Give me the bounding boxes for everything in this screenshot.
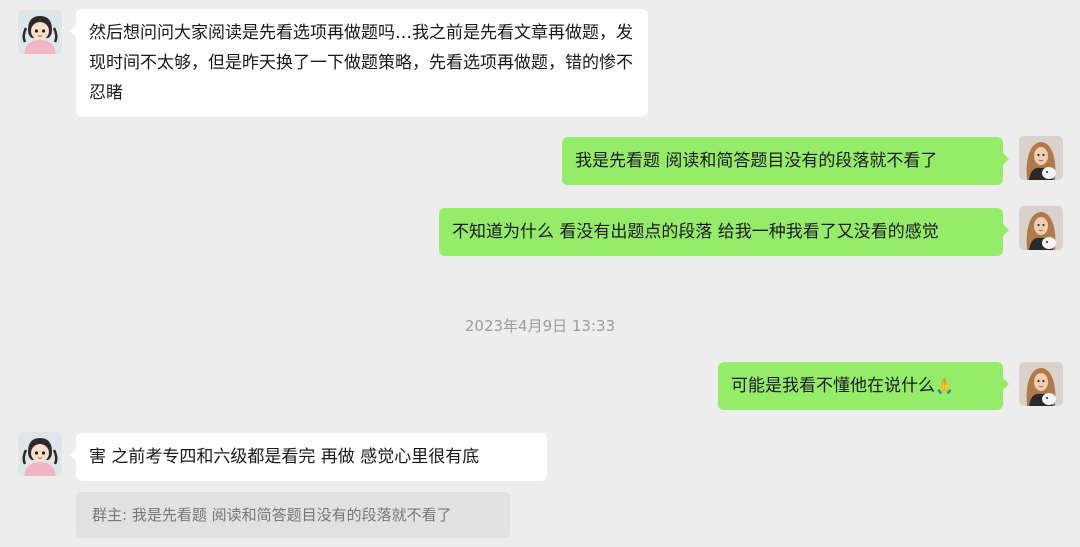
avatar-self[interactable]: [1019, 362, 1063, 406]
woman-with-dog-avatar-icon: [1019, 362, 1063, 406]
avatar-other-user[interactable]: [18, 10, 62, 54]
folded-hands-icon: 🙏: [935, 377, 954, 395]
message-bubble[interactable]: 不知道为什么 看没有出题点的段落 给我一种我看了又没看的感觉: [439, 208, 1009, 256]
woman-with-dog-avatar-icon: [1019, 136, 1063, 180]
message-bubble[interactable]: 我是先看题 阅读和简答题目没有的段落就不看了: [562, 137, 1009, 185]
message-bubble[interactable]: 然后想问问大家阅读是先看选项再做题吗…我之前是先看文章再做题，发现时间不太够，但…: [70, 9, 648, 117]
message-bubble[interactable]: 害 之前考专四和六级都是看完 再做 感觉心里很有底: [70, 433, 547, 481]
timestamp: 2023年4月9日 13:33: [464, 317, 616, 335]
quoted-text: 群主: 我是先看题 阅读和简答题目没有的段落就不看了: [92, 506, 452, 524]
avatar-other-user[interactable]: [18, 432, 62, 476]
message-text: 然后想问问大家阅读是先看选项再做题吗…我之前是先看文章再做题，发现时间不太够，但…: [89, 23, 633, 103]
girl-avatar-icon: [18, 432, 62, 476]
quoted-reply[interactable]: 群主: 我是先看题 阅读和简答题目没有的段落就不看了: [76, 492, 510, 538]
message-text: 不知道为什么 看没有出题点的段落 给我一种我看了又没看的感觉: [452, 222, 939, 242]
woman-with-dog-avatar-icon: [1019, 206, 1063, 250]
message-text: 害 之前考专四和六级都是看完 再做 感觉心里很有底: [89, 447, 480, 467]
girl-avatar-icon: [18, 10, 62, 54]
message-text: 可能是我看不懂他在说什么: [731, 376, 935, 396]
message-bubble[interactable]: 可能是我看不懂他在说什么🙏: [718, 362, 1009, 410]
avatar-self[interactable]: [1019, 206, 1063, 250]
avatar-self[interactable]: [1019, 136, 1063, 180]
message-text: 我是先看题 阅读和简答题目没有的段落就不看了: [575, 151, 938, 171]
